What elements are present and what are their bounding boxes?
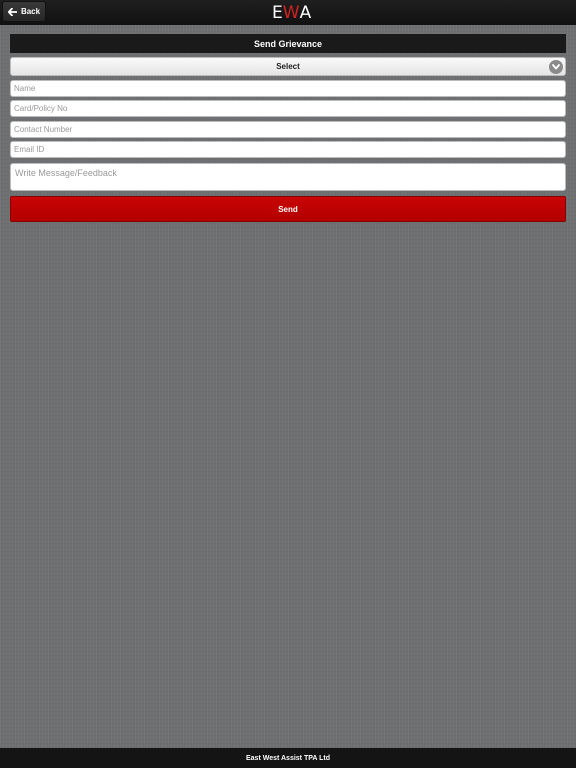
back-button-label: Back: [20, 7, 41, 16]
back-button[interactable]: Back: [2, 1, 46, 22]
chevron-down-icon: [549, 60, 563, 74]
logo-letter-a: A: [299, 3, 312, 23]
message-textarea[interactable]: [10, 163, 566, 191]
logo-letter-w: W: [282, 3, 300, 23]
select-value: Select: [276, 62, 300, 71]
footer-company-name: East West Assist TPA Ltd: [0, 748, 576, 768]
email-input[interactable]: [10, 141, 566, 158]
card-policy-input[interactable]: [10, 100, 566, 117]
send-button[interactable]: Send: [10, 196, 566, 222]
grievance-type-select[interactable]: Select: [10, 57, 566, 76]
name-input[interactable]: [10, 80, 566, 97]
arrow-left-icon: [7, 7, 17, 16]
app-logo: EWA: [272, 3, 311, 23]
form-title: Send Grievance: [10, 34, 566, 53]
logo-letter-e: E: [272, 3, 283, 23]
contact-number-input[interactable]: [10, 121, 566, 138]
top-navigation-bar: Back EWA: [0, 0, 576, 25]
